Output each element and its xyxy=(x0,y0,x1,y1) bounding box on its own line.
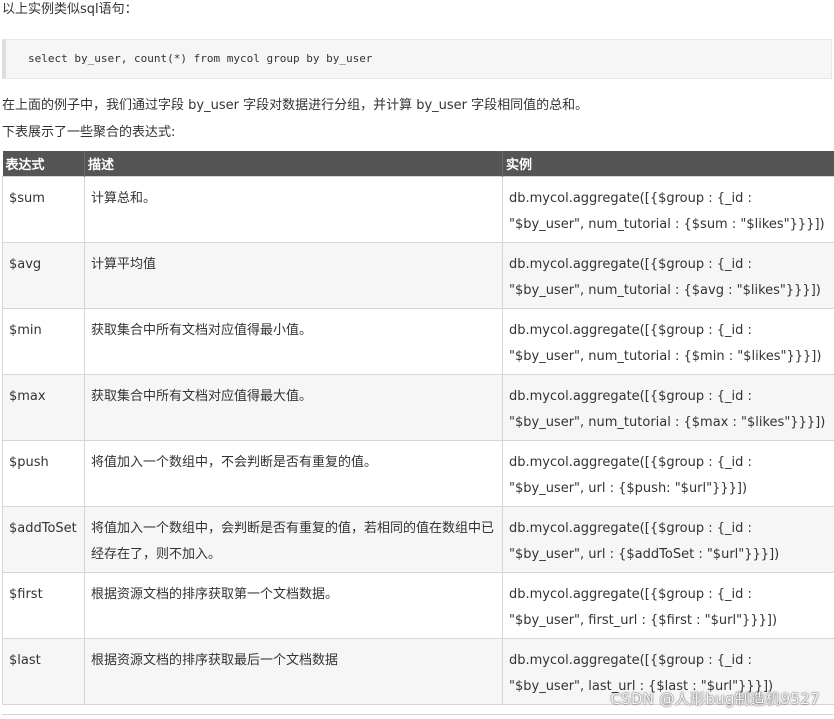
cell-expression: $addToSet xyxy=(2,506,85,573)
cell-description: 根据资源文档的排序获取第一个文档数据。 xyxy=(84,572,503,639)
cell-expression: $sum xyxy=(2,176,85,243)
code-block: select by_user, count(*) from mycol grou… xyxy=(2,39,832,79)
csdn-watermark: CSDN @人形bug制造机9527 xyxy=(610,690,820,708)
cell-example: db.mycol.aggregate([{$group : {_id : "$b… xyxy=(502,374,834,441)
code-keyword: by xyxy=(306,52,320,65)
sql-code-line: select by_user, count(*) from mycol grou… xyxy=(28,52,372,65)
table-row: $first 根据资源文档的排序获取第一个文档数据。 db.mycol.aggr… xyxy=(2,572,834,639)
cell-example: db.mycol.aggregate([{$group : {_id : "$b… xyxy=(502,176,834,243)
table-row: $min 获取集合中所有文档对应值得最小值。 db.mycol.aggregat… xyxy=(2,308,834,375)
cell-expression: $first xyxy=(2,572,85,639)
cell-expression: $avg xyxy=(2,242,85,309)
cell-expression: $push xyxy=(2,440,85,507)
header-description: 描述 xyxy=(84,151,503,177)
cell-example: db.mycol.aggregate([{$group : {_id : "$b… xyxy=(502,242,834,309)
code-keyword: group xyxy=(266,52,300,65)
cell-example: db.mycol.aggregate([{$group : {_id : "$b… xyxy=(502,440,834,507)
cell-description: 将值加入一个数组中，不会判断是否有重复的值。 xyxy=(84,440,503,507)
cell-description: 将值加入一个数组中，会判断是否有重复的值，若相同的值在数组中已经存在了，则不加入… xyxy=(84,506,503,573)
cell-example: db.mycol.aggregate([{$group : {_id : "$b… xyxy=(502,572,834,639)
paragraph-explanation: 在上面的例子中，我们通过字段 by_user 字段对数据进行分组，并计算 by_… xyxy=(2,98,589,113)
cell-example: db.mycol.aggregate([{$group : {_id : "$b… xyxy=(502,308,834,375)
code-text: by_user xyxy=(319,52,373,65)
table-row: $push 将值加入一个数组中，不会判断是否有重复的值。 db.mycol.ag… xyxy=(2,440,834,507)
intro-text: 以上实例类似sql语句： xyxy=(2,2,138,17)
table-row: $max 获取集合中所有文档对应值得最大值。 db.mycol.aggregat… xyxy=(2,374,834,441)
bottom-divider xyxy=(2,714,834,715)
code-keyword: from xyxy=(193,52,221,65)
cell-description: 获取集合中所有文档对应值得最大值。 xyxy=(84,374,503,441)
header-example: 实例 xyxy=(502,151,834,177)
aggregation-expressions-table: 表达式 描述 实例 $sum 计算总和。 db.mycol.aggregate(… xyxy=(2,151,834,705)
code-text: mycol xyxy=(220,52,267,65)
paragraph-table-intro: 下表展示了一些聚合的表达式: xyxy=(2,125,176,140)
cell-description: 计算总和。 xyxy=(84,176,503,243)
cell-description: 获取集合中所有文档对应值得最小值。 xyxy=(84,308,503,375)
table-row: $addToSet 将值加入一个数组中，会判断是否有重复的值，若相同的值在数组中… xyxy=(2,506,834,573)
header-expression: 表达式 xyxy=(2,151,85,177)
cell-description: 计算平均值 xyxy=(84,242,503,309)
code-text: by_user, count(*) xyxy=(67,52,194,65)
cell-description: 根据资源文档的排序获取最后一个文档数据 xyxy=(84,638,503,705)
cell-expression: $last xyxy=(2,638,85,705)
table-row: $sum 计算总和。 db.mycol.aggregate([{$group :… xyxy=(2,176,834,243)
cell-example: db.mycol.aggregate([{$group : {_id : "$b… xyxy=(502,506,834,573)
table-header-row: 表达式 描述 实例 xyxy=(2,151,834,177)
cell-expression: $min xyxy=(2,308,85,375)
table-row: $avg 计算平均值 db.mycol.aggregate([{$group :… xyxy=(2,242,834,309)
code-keyword: select xyxy=(28,52,68,65)
cell-expression: $max xyxy=(2,374,85,441)
